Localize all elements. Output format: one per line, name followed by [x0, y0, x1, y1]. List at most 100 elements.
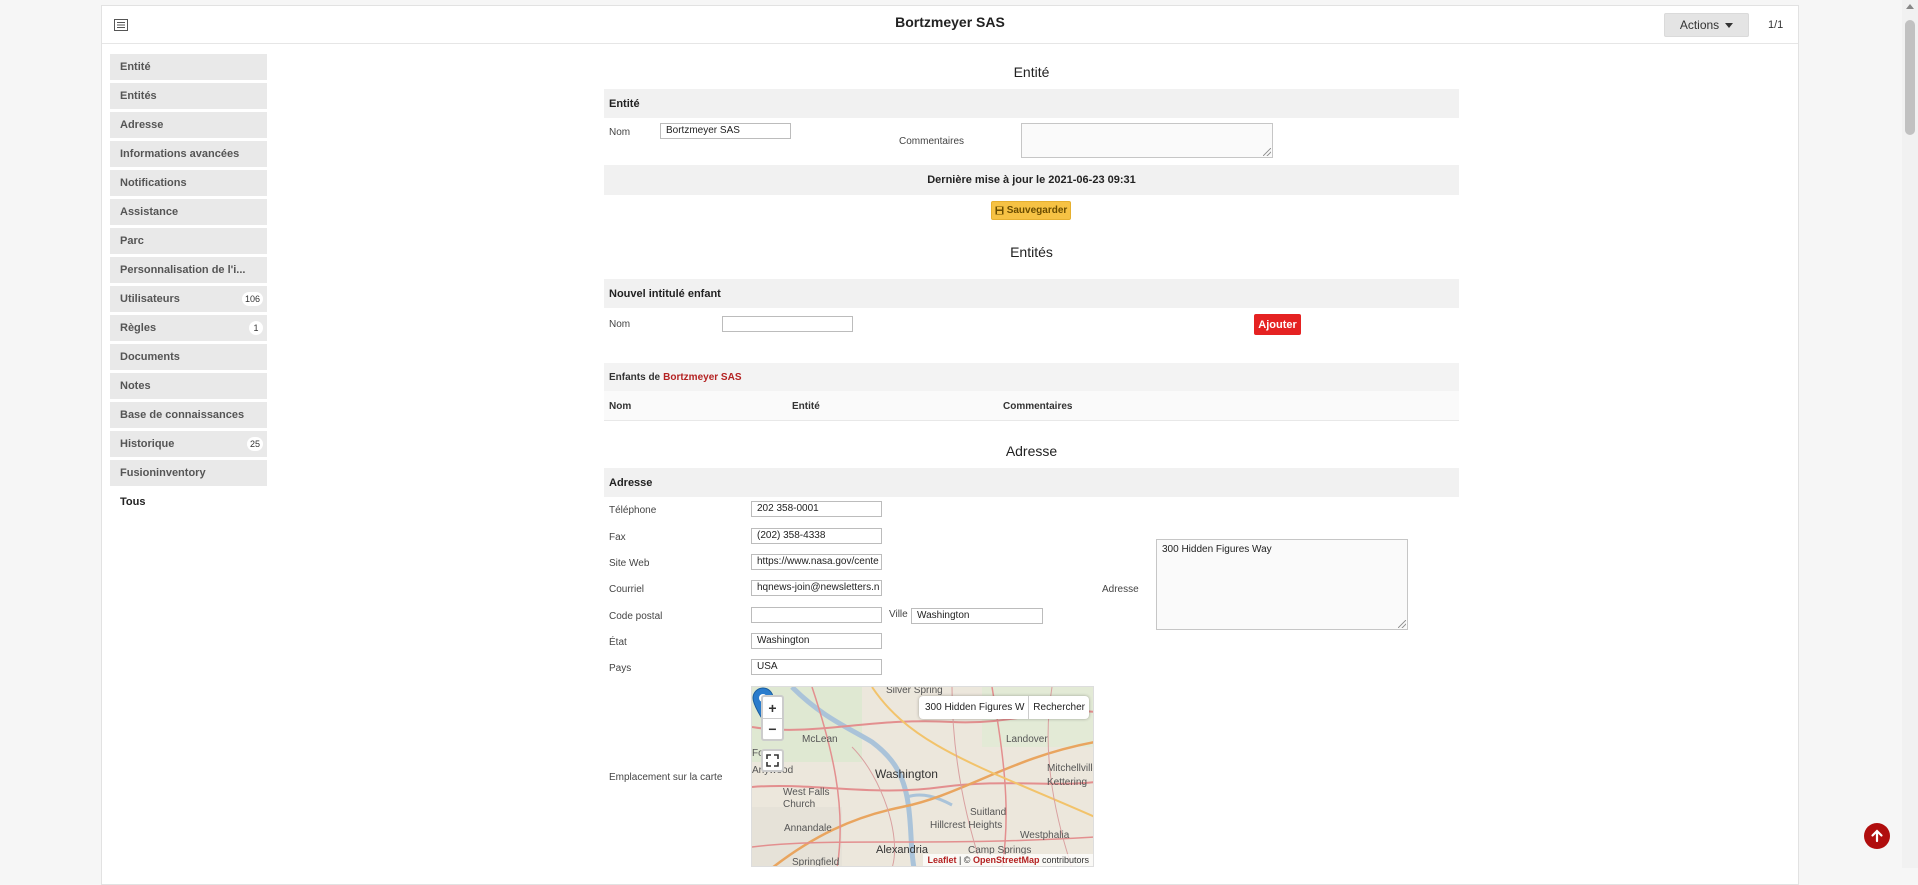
sidebar-item-label: Historique [120, 438, 175, 450]
back-to-top-button[interactable] [1864, 823, 1890, 849]
main-frame: Bortzmeyer SAS Actions 1/1 Entité Entité… [101, 5, 1799, 885]
city-label: Ville [889, 609, 908, 620]
entite-name-input[interactable]: Bortzmeyer SAS [660, 123, 791, 139]
floppy-icon [995, 206, 1004, 215]
zoom-control: + − [761, 695, 784, 741]
sidebar-item-assistance[interactable]: Assistance [110, 199, 267, 225]
sidebar-item-label: Notes [120, 380, 151, 392]
actions-dropdown-button[interactable]: Actions [1664, 13, 1749, 37]
section-title-adresse: Adresse [1005, 443, 1058, 459]
children-entity-link[interactable]: Bortzmeyer SAS [663, 372, 741, 383]
attribution-suffix: contributors [1039, 855, 1089, 865]
count-badge: 106 [241, 292, 263, 306]
postal-code-input[interactable] [751, 607, 882, 623]
comments-textarea[interactable] [1021, 123, 1273, 158]
scrollbar-thumb[interactable] [1905, 20, 1915, 135]
sidebar-item-notifications[interactable]: Notifications [110, 170, 267, 196]
sidebar-item-base-de-connaissances[interactable]: Base de connaissances [110, 402, 267, 428]
map-attribution: Leaflet | © OpenStreetMap contributors [923, 854, 1093, 866]
map-location-label: Emplacement sur la carte [609, 772, 723, 783]
top-bar: Bortzmeyer SAS Actions 1/1 [102, 6, 1798, 44]
place-label: Alexandria [876, 844, 928, 856]
count-badge: 1 [249, 321, 263, 335]
place-label: Annandale [784, 823, 832, 834]
place-label: Mitchellville [1047, 763, 1094, 774]
address-value: 300 Hidden Figures Way [1162, 544, 1272, 555]
child-name-input[interactable] [722, 316, 853, 332]
sidebar-item-label: Parc [120, 235, 144, 247]
add-child-button[interactable]: Ajouter [1254, 314, 1301, 335]
sidebar-item-parc[interactable]: Parc [110, 228, 267, 254]
place-label: Landover [1006, 734, 1048, 745]
map-search-input[interactable]: 300 Hidden Figures W [919, 702, 1028, 713]
sidebar-item-label: Assistance [120, 206, 179, 218]
phone-label: Téléphone [609, 505, 657, 516]
place-label: West Falls Church [783, 787, 830, 810]
sidebar-item-entites[interactable]: Entités [110, 83, 267, 109]
postal-code-label: Code postal [609, 611, 663, 622]
sidebar-item-historique[interactable]: Historique 25 [110, 431, 267, 457]
sidebar-item-notes[interactable]: Notes [110, 373, 267, 399]
save-label: Sauvegarder [1006, 205, 1068, 216]
sidebar-item-entite[interactable]: Entité [110, 54, 267, 80]
resize-grip-icon[interactable] [1398, 620, 1406, 628]
phone-input[interactable]: 202 358-0001 [751, 501, 882, 517]
column-entite[interactable]: Entité [792, 401, 820, 412]
email-input[interactable]: hqnews-join@newsletters.n [751, 580, 882, 596]
children-header: Enfants de Bortzmeyer SAS [604, 363, 1459, 391]
leaflet-link[interactable]: Leaflet [927, 855, 956, 865]
place-label: Kettering [1047, 777, 1088, 788]
sidebar-item-label: Utilisateurs [120, 293, 180, 305]
sidebar-item-label: Personnalisation de l'i... [120, 264, 246, 276]
osm-link[interactable]: OpenStreetMap [973, 855, 1040, 865]
sidebar-item-label: Entité [120, 61, 151, 73]
page-title: Bortzmeyer SAS [895, 14, 1005, 30]
sidebar-item-utilisateurs[interactable]: Utilisateurs 106 [110, 286, 267, 312]
resize-grip-icon[interactable] [1263, 148, 1271, 156]
location-map[interactable]: Silver Spring McLean Landover Washington… [751, 686, 1094, 867]
website-input[interactable]: https://www.nasa.gov/cente [751, 554, 882, 570]
map-search-button[interactable]: Rechercher [1028, 696, 1089, 719]
zoom-out-button[interactable]: − [763, 718, 782, 739]
state-input[interactable]: Washington [751, 633, 882, 649]
sidebar-item-label: Informations avancées [120, 148, 240, 160]
column-commentaires[interactable]: Commentaires [1003, 401, 1072, 412]
fax-input[interactable]: (202) 358-4338 [751, 528, 882, 544]
attribution-separator: | © [956, 855, 973, 865]
child-name-label: Nom [609, 319, 631, 330]
place-label: McLean [802, 734, 838, 745]
scroll-up-arrow-icon[interactable] [1906, 4, 1914, 9]
sidebar-item-regles[interactable]: Règles 1 [110, 315, 267, 341]
country-label: Pays [609, 663, 632, 674]
state-label: État [609, 637, 627, 648]
sidebar-item-fusioninventory[interactable]: Fusioninventory [110, 460, 267, 486]
sidebar-item-documents[interactable]: Documents [110, 344, 267, 370]
entite-name-label: Nom [609, 127, 631, 138]
map-search-box: 300 Hidden Figures W Rechercher [919, 696, 1089, 719]
fullscreen-button[interactable] [761, 749, 784, 772]
sidebar-item-label: Base de connaissances [120, 409, 245, 421]
place-label: Silver Spring [886, 686, 943, 696]
zoom-in-button[interactable]: + [763, 697, 782, 718]
sidebar-item-tous[interactable]: Tous [110, 489, 267, 515]
actions-label: Actions [1679, 18, 1720, 32]
sidebar-item-label: Entités [120, 90, 157, 102]
country-input[interactable]: USA [751, 659, 882, 675]
city-input[interactable]: Washington [911, 608, 1043, 624]
adresse-band: Adresse [604, 468, 1459, 497]
column-nom[interactable]: Nom [609, 401, 631, 412]
fullscreen-icon [766, 754, 779, 767]
sidebar-item-informations-avancees[interactable]: Informations avancées [110, 141, 267, 167]
new-child-band: Nouvel intitulé enfant [604, 279, 1459, 308]
sidebar-item-label: Adresse [120, 119, 164, 131]
address-textarea[interactable]: 300 Hidden Figures Way [1156, 539, 1408, 630]
place-label: Hillcrest Heights [930, 820, 1003, 831]
page-scrollbar[interactable] [1902, 0, 1918, 868]
place-label: Washington [875, 767, 938, 781]
entite-band: Entité [604, 89, 1459, 118]
comments-label: Commentaires [899, 136, 965, 147]
sidebar-item-personnalisation[interactable]: Personnalisation de l'i... [110, 257, 267, 283]
save-button[interactable]: Sauvegarder [991, 201, 1071, 220]
sidebar-item-adresse[interactable]: Adresse [110, 112, 267, 138]
fax-label: Fax [609, 532, 626, 543]
